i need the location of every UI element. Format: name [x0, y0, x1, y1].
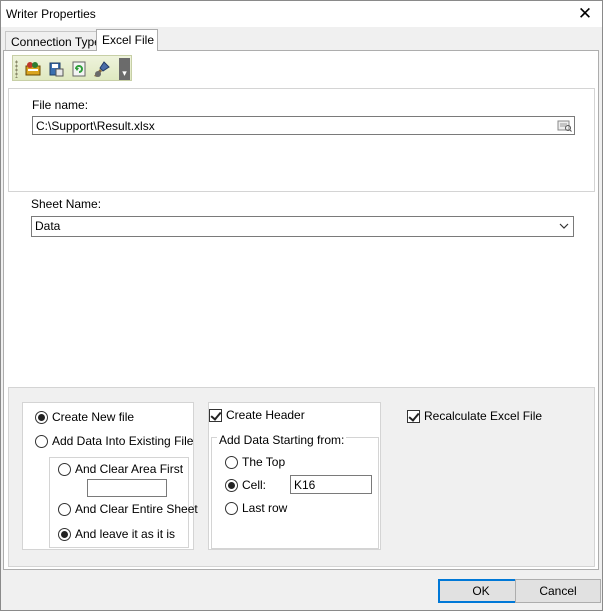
leave-as-is-label: And leave it as it is	[75, 527, 176, 541]
existing-file-options-group: And Clear Area First And Clear Entire Sh…	[49, 457, 198, 548]
window-title: Writer Properties	[6, 7, 96, 21]
radio-indicator	[35, 410, 48, 424]
start-cell-radio[interactable]: Cell:	[225, 478, 266, 492]
add-existing-file-radio[interactable]: Add Data Into Existing File	[35, 434, 193, 448]
close-button[interactable]: ✕	[574, 4, 596, 24]
write-mode-group: Create New file Add Data Into Existing F…	[22, 402, 198, 550]
chevron-down-icon[interactable]	[559, 220, 569, 232]
start-last-row-label: Last row	[242, 501, 288, 515]
tab-label: Connection Type	[11, 35, 101, 49]
add-existing-file-label: Add Data Into Existing File	[52, 434, 194, 448]
file-name-value: C:\Support\Result.xlsx	[36, 119, 155, 133]
browse-file-icon[interactable]	[556, 118, 573, 133]
radio-indicator	[35, 434, 48, 448]
checkbox-indicator	[209, 408, 222, 422]
radio-indicator	[58, 502, 71, 516]
start-top-label: The Top	[242, 455, 286, 469]
clear-entire-sheet-label: And Clear Entire Sheet	[75, 502, 198, 516]
radio-indicator	[58, 462, 71, 476]
start-position-label: Add Data Starting from:	[217, 433, 347, 447]
recalculate-excel-checkbox[interactable]: Recalculate Excel File	[407, 409, 542, 423]
recalculate-excel-label: Recalculate Excel File	[424, 409, 543, 423]
cancel-button[interactable]: Cancel	[515, 579, 601, 603]
start-cell-value: K16	[294, 478, 316, 492]
header-options-group: Create Header Add Data Starting from: Th…	[208, 402, 381, 550]
toolbar-grip[interactable]	[15, 60, 18, 78]
create-header-label: Create Header	[226, 408, 305, 422]
ok-button[interactable]: OK	[438, 579, 524, 603]
start-cell-label: Cell:	[242, 478, 267, 492]
title-bar: Writer Properties ✕	[1, 1, 602, 27]
toolbar-overflow-button[interactable]: ▾	[119, 58, 130, 80]
create-new-file-radio[interactable]: Create New file	[35, 410, 134, 424]
clear-entire-sheet-radio[interactable]: And Clear Entire Sheet	[58, 502, 198, 516]
tab-excel-file[interactable]: Excel File	[96, 29, 158, 51]
sheet-name-value: Data	[35, 219, 61, 233]
start-cell-field[interactable]: K16	[290, 475, 372, 494]
write-options-panel: Create New file Add Data Into Existing F…	[8, 387, 595, 567]
radio-indicator	[225, 455, 238, 469]
tab-connection-type[interactable]: Connection Type	[5, 31, 101, 50]
brush-icon[interactable]	[92, 59, 112, 79]
refresh-icon[interactable]	[69, 59, 89, 79]
create-header-checkbox[interactable]: Create Header	[209, 408, 305, 422]
clear-area-first-label: And Clear Area First	[75, 462, 184, 476]
file-panel: File name: C:\Support\Result.xlsx	[8, 88, 595, 192]
create-new-file-label: Create New file	[52, 410, 135, 424]
properties-icon[interactable]	[23, 59, 43, 79]
excel-file-tab-panel: ▾ File name: C:\Support\Result.xlsx Shee…	[3, 50, 599, 570]
save-icon[interactable]	[46, 59, 66, 79]
file-name-label: File name:	[32, 98, 89, 112]
clear-area-field[interactable]	[87, 479, 167, 497]
tab-label: Excel File	[102, 33, 155, 47]
radio-indicator	[225, 478, 238, 492]
clear-area-first-radio[interactable]: And Clear Area First	[58, 462, 183, 476]
toolbar: ▾	[12, 55, 132, 81]
radio-indicator	[225, 501, 238, 515]
leave-as-is-radio[interactable]: And leave it as it is	[58, 527, 175, 541]
writer-properties-dialog: Writer Properties ✕ Connection Type Exce…	[0, 0, 603, 611]
file-name-field[interactable]: C:\Support\Result.xlsx	[32, 116, 575, 135]
sheet-name-label: Sheet Name:	[31, 197, 102, 211]
radio-indicator	[58, 527, 71, 541]
sheet-name-dropdown[interactable]: Data	[31, 216, 574, 237]
start-top-radio[interactable]: The Top	[225, 455, 285, 469]
start-last-row-radio[interactable]: Last row	[225, 501, 287, 515]
checkbox-indicator	[407, 409, 420, 423]
start-position-group: Add Data Starting from: The Top Cell: K1…	[211, 433, 379, 549]
